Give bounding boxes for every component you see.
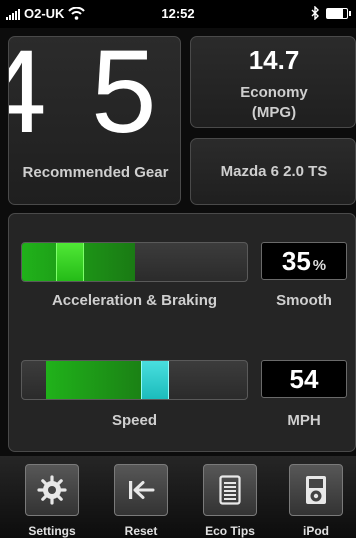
economy-label-title: Economy [240, 84, 308, 101]
speed-unit-label: MPH [287, 412, 321, 429]
reset-icon [114, 464, 168, 516]
acceleration-rating: Smooth [276, 292, 332, 309]
acceleration-meter-handle [56, 243, 84, 281]
acceleration-label: Acceleration & Braking [51, 292, 218, 309]
status-time: 12:52 [161, 6, 195, 21]
recommended-gear-panel: 4 5 Recommended Gear [8, 36, 181, 205]
acceleration-meter [21, 242, 248, 282]
bluetooth-icon [311, 6, 319, 20]
gear-icon [25, 464, 79, 516]
car-panel[interactable]: Mazda 6 2.0 TS [190, 138, 356, 205]
document-icon [203, 464, 257, 516]
acceleration-value-box: 35% [261, 242, 347, 280]
speed-label: Speed [111, 412, 157, 429]
speed-value: 54 [289, 364, 319, 394]
speed-meter-handle [141, 361, 169, 399]
recommended-gear-number: 5 [91, 36, 157, 158]
ipod-button[interactable]: iPod [286, 464, 346, 538]
economy-label-unit: (MPG) [251, 104, 297, 121]
settings-button[interactable]: Settings [22, 464, 82, 538]
ipod-icon [289, 464, 343, 516]
economy-panel: 14.7 Economy (MPG) [190, 36, 356, 128]
reset-button[interactable]: Reset [111, 464, 171, 538]
battery-icon [326, 7, 351, 19]
bottom-toolbar: Settings Reset Eco Tips iPod [0, 456, 356, 538]
acceleration-unit: % [312, 257, 327, 274]
recommended-gear-label: Recommended Gear [22, 164, 169, 181]
acceleration-value: 35 [281, 246, 311, 276]
status-bar-right [311, 6, 351, 20]
eco-tips-button[interactable]: Eco Tips [200, 464, 260, 538]
speed-meter [21, 360, 248, 400]
economy-label: Economy (MPG) [191, 83, 356, 123]
economy-value: 14.7 [248, 45, 300, 75]
car-name: Mazda 6 2.0 TS [220, 163, 328, 180]
speed-value-box: 54 [261, 360, 347, 398]
status-bar: O2-UK 12:52 [0, 0, 356, 28]
speed-meter-fill [46, 361, 155, 399]
previous-gear-number: 4 [9, 37, 47, 151]
